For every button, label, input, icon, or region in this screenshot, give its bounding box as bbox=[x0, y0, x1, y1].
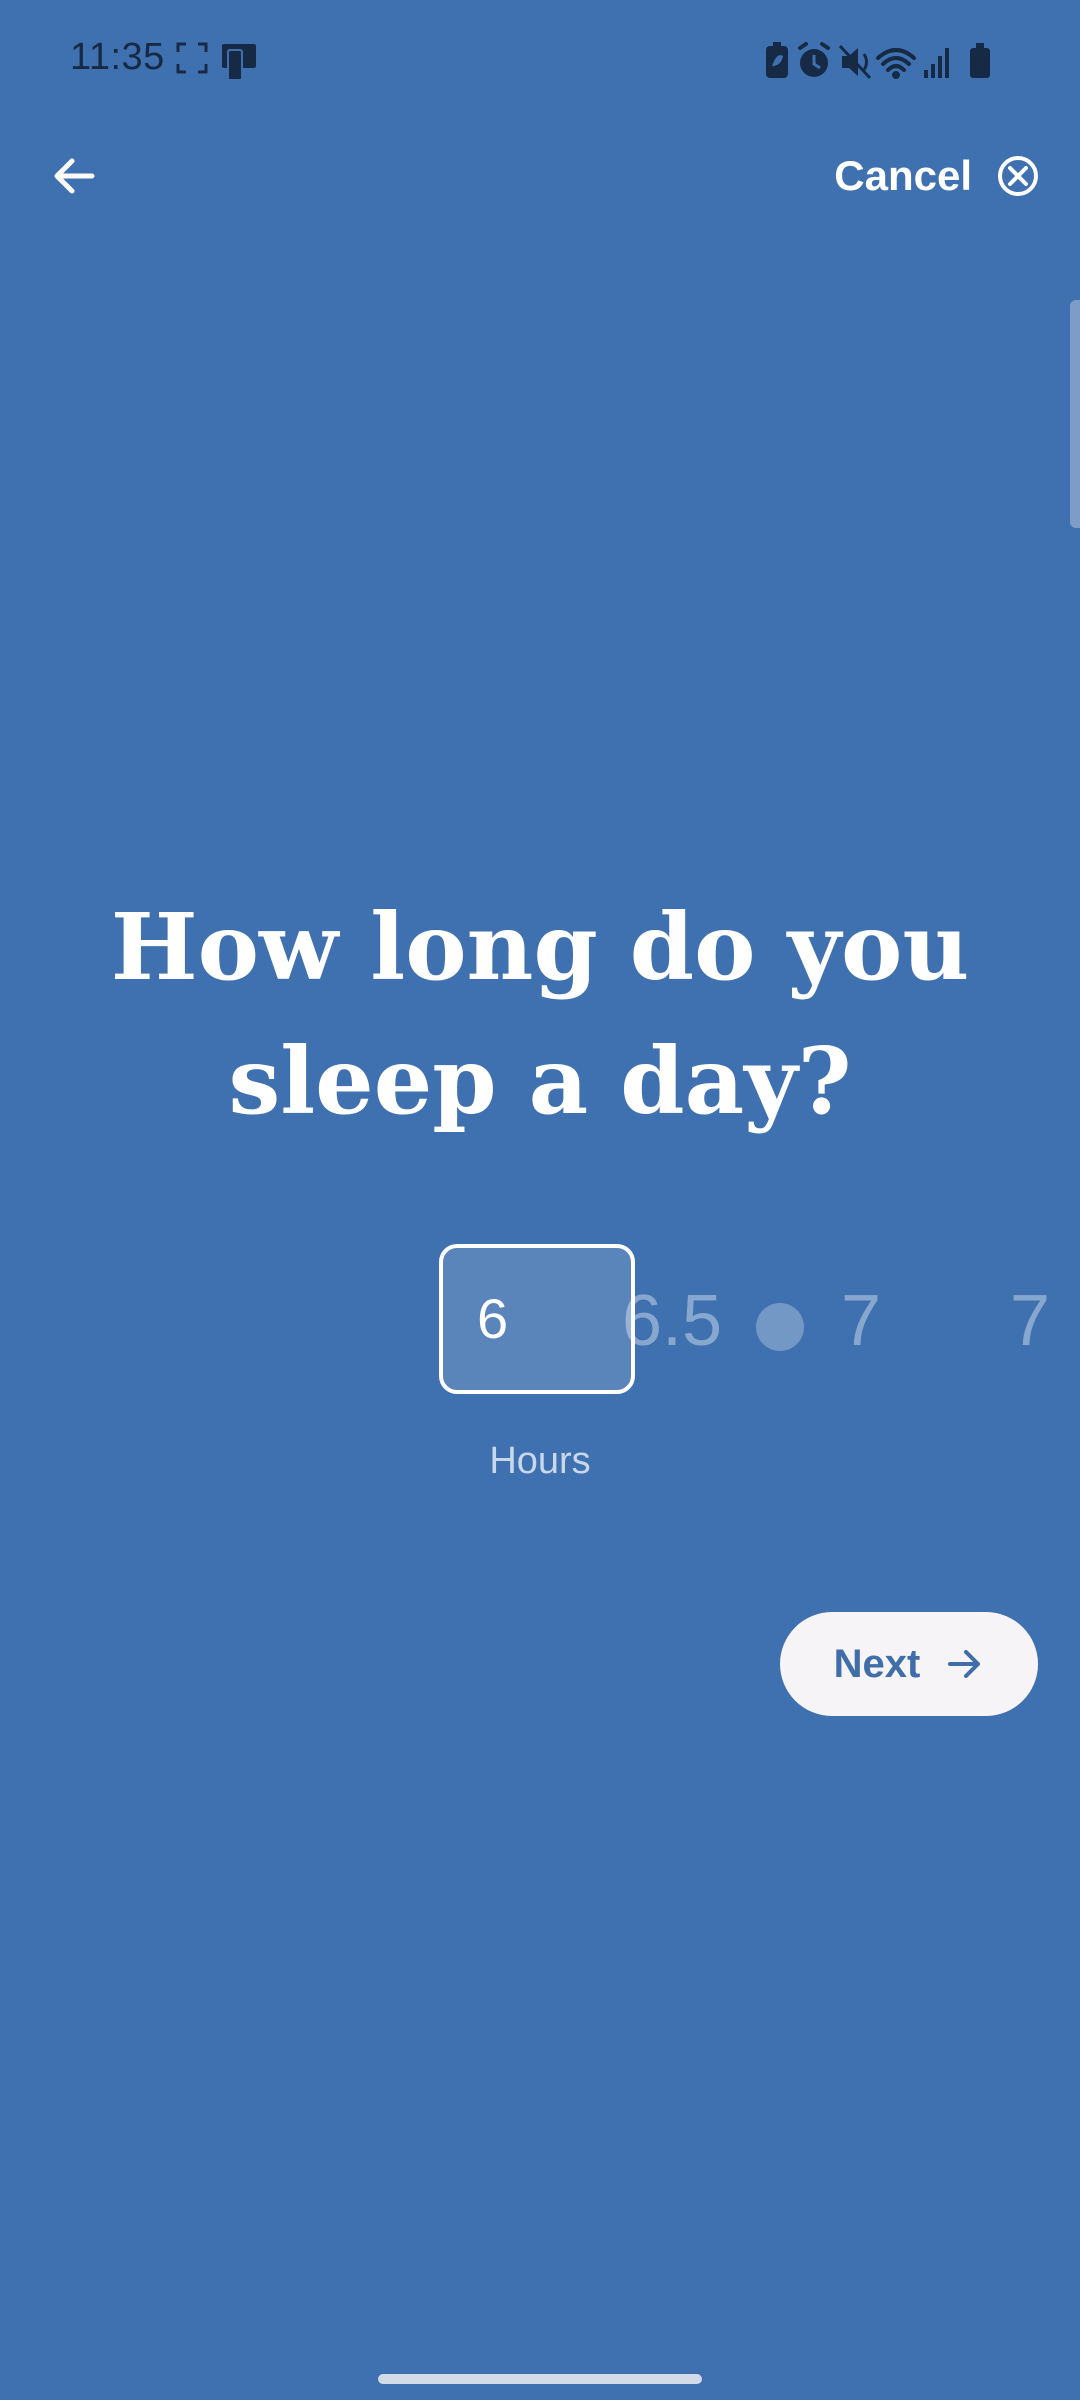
battery-icon bbox=[970, 43, 990, 78]
status-left-icons bbox=[176, 42, 256, 81]
signal-icon bbox=[924, 48, 949, 78]
scroll-indicator[interactable] bbox=[1070, 300, 1080, 528]
battery-saver-icon bbox=[766, 42, 788, 78]
picker-option-next[interactable]: 7 bbox=[1010, 1280, 1050, 1362]
hours-unit-label: Hours bbox=[489, 1440, 591, 1482]
picker-selected-text: 6 bbox=[477, 1287, 509, 1350]
wifi-icon bbox=[876, 48, 916, 79]
picker-option-6-5[interactable]: 6.5 bbox=[622, 1280, 722, 1362]
status-right-icons bbox=[766, 42, 990, 80]
cancel-button[interactable]: Cancel bbox=[834, 144, 1040, 208]
arrow-right-icon bbox=[948, 1650, 981, 1678]
status-bar: 11:35 bbox=[0, 0, 1080, 120]
top-bar: Cancel bbox=[0, 120, 1080, 230]
next-button[interactable]: Next bbox=[780, 1612, 1038, 1716]
picker-drag-handle[interactable] bbox=[756, 1303, 804, 1351]
picker-selected-value[interactable]: 6 bbox=[439, 1244, 635, 1394]
status-time: 11:35 bbox=[70, 36, 165, 78]
cancel-label: Cancel bbox=[834, 152, 972, 199]
question-line-2: sleep a day? bbox=[228, 1027, 852, 1135]
screenshot-frame-icon bbox=[176, 42, 208, 74]
next-label: Next bbox=[833, 1641, 921, 1686]
alarm-icon bbox=[798, 42, 830, 77]
close-circle-icon bbox=[998, 156, 1038, 196]
arrow-left-icon bbox=[54, 158, 95, 194]
question-title: How long do you sleep a day? bbox=[0, 880, 1080, 1148]
hours-picker[interactable]: 6.5 7 7 6 bbox=[0, 1240, 1080, 1400]
back-button[interactable] bbox=[44, 146, 104, 206]
picker-option-7[interactable]: 7 bbox=[841, 1280, 881, 1362]
device-icon bbox=[222, 44, 256, 81]
home-indicator[interactable] bbox=[378, 2374, 702, 2384]
mute-icon bbox=[838, 44, 872, 80]
question-line-1: How long do you bbox=[110, 893, 970, 1001]
